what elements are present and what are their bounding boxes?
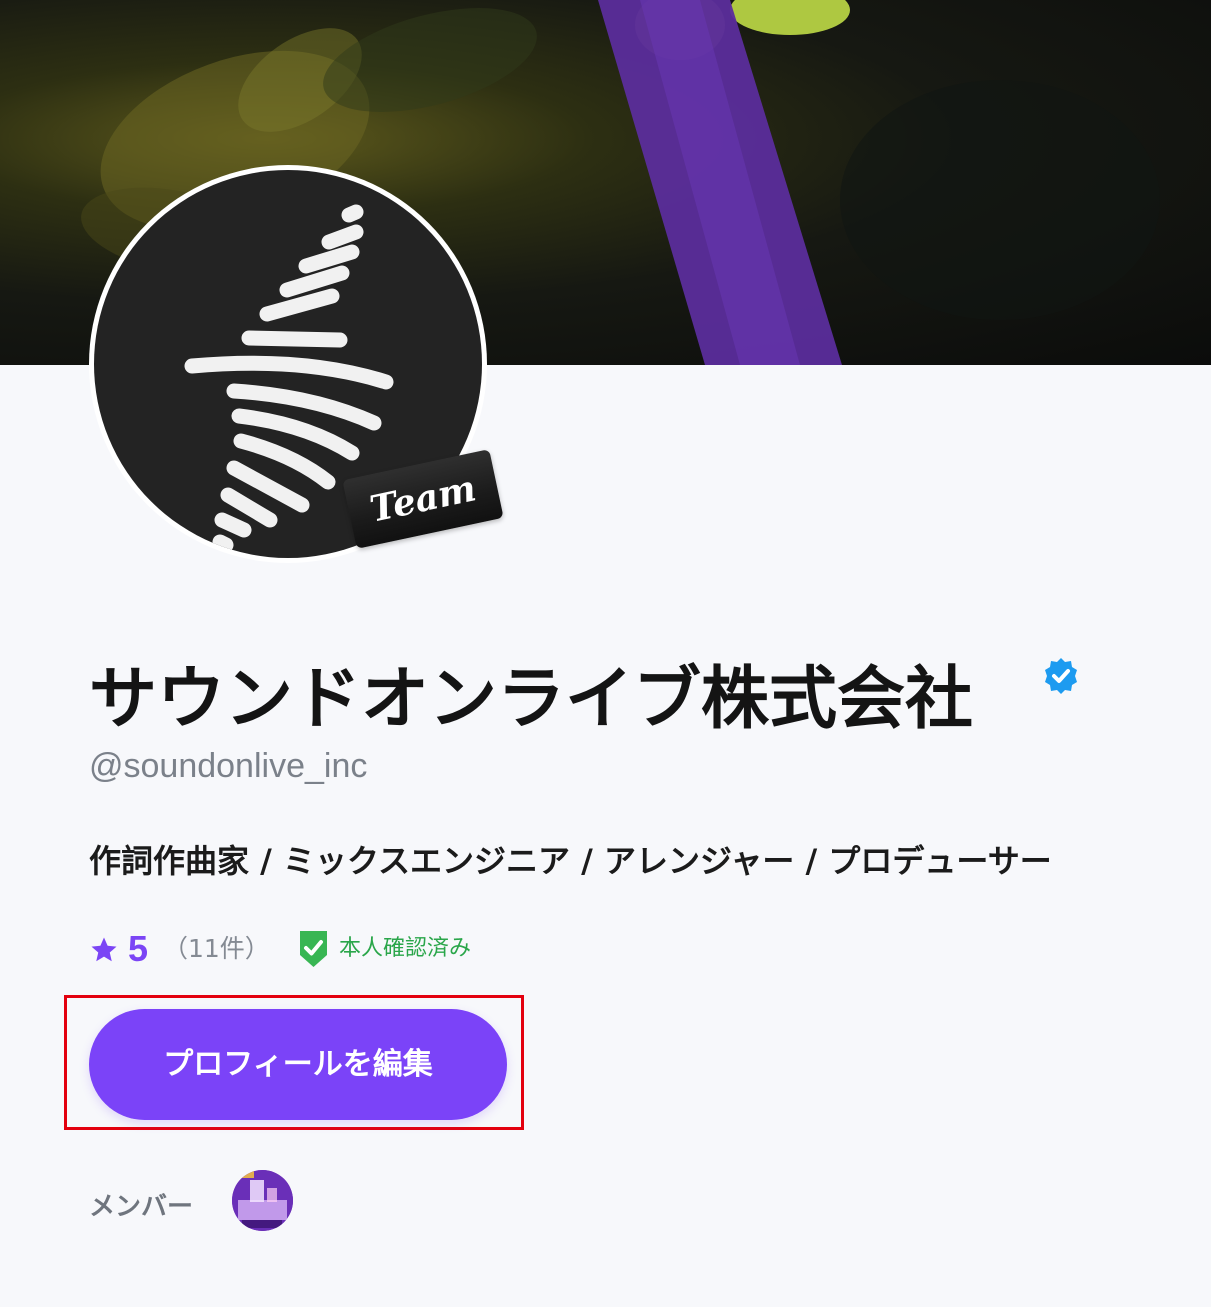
profile-page: Team サウンドオンライブ株式会社 @soundonlive_inc 作詞作曲… [0,0,1211,1307]
rating-count[interactable]: （11件） [163,930,270,968]
identity-verified-label: 本人確認済み [339,936,472,961]
shield-check-icon [300,931,327,967]
verified-badge-icon [1045,658,1077,694]
members-label: メンバー [89,1192,194,1222]
rating-value: 5 [128,928,149,969]
star-icon [91,937,117,962]
profile-name: サウンドオンライブ株式会社 [89,660,974,739]
member-avatar-image [232,1170,293,1231]
profile-roles: 作詞作曲家 / ミックスエンジニア / アレンジャー / プロデューサー [89,842,1052,880]
profile-handle: @soundonlive_inc [89,747,368,785]
member-avatar[interactable] [232,1170,293,1231]
edit-profile-button[interactable]: プロフィールを編集 [89,1009,507,1120]
